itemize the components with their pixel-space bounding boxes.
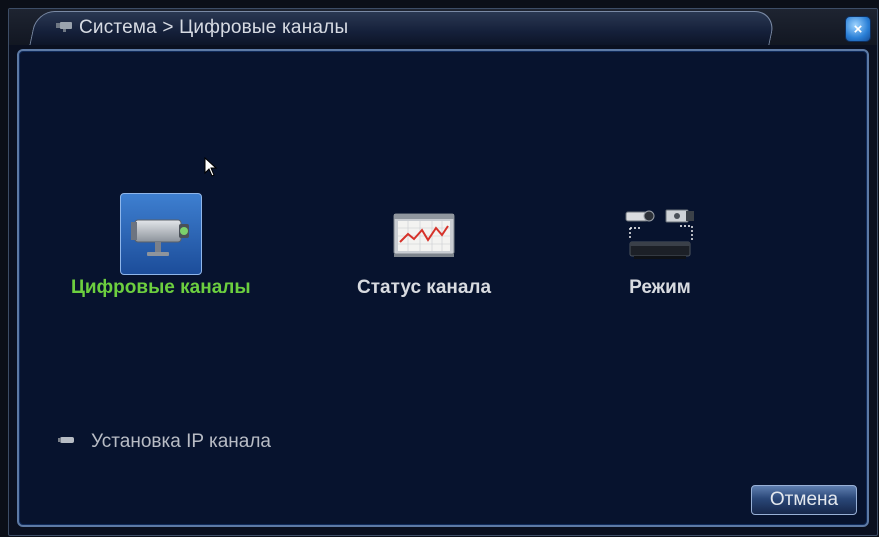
window-title: Система > Цифровые каналы <box>79 17 349 38</box>
menu-item-digital-channels[interactable]: Цифровые каналы <box>71 193 251 299</box>
camera-small-icon <box>57 433 77 451</box>
content-panel: Цифровые каналы Статус канала Режим Уста… <box>17 49 869 527</box>
menu-item-channel-status[interactable]: Статус канала <box>357 193 491 299</box>
title-bar: Система > Цифровые каналы × <box>9 9 877 45</box>
close-button[interactable]: × <box>845 16 871 42</box>
mode-label: Режим <box>629 277 691 298</box>
title-content: Система > Цифровые каналы <box>55 15 348 41</box>
chart-monitor-icon <box>383 193 465 275</box>
cancel-button[interactable]: Отмена <box>751 485 857 515</box>
channel-status-label: Статус канала <box>357 277 492 298</box>
ip-channel-setup-label: Установка IP канала <box>91 431 271 452</box>
mouse-cursor-icon <box>204 157 218 177</box>
ip-channel-setup-link[interactable]: Установка IP канала <box>57 431 271 453</box>
dialog-window: Система > Цифровые каналы × Цифровые кан… <box>8 8 878 536</box>
close-icon: × <box>853 20 863 38</box>
ip-camera-icon <box>119 193 202 275</box>
cameras-recorder-icon <box>619 193 701 275</box>
camera-icon <box>55 19 73 37</box>
menu-item-mode[interactable]: Режим <box>619 193 701 299</box>
digital-channels-label: Цифровые каналы <box>71 277 251 298</box>
